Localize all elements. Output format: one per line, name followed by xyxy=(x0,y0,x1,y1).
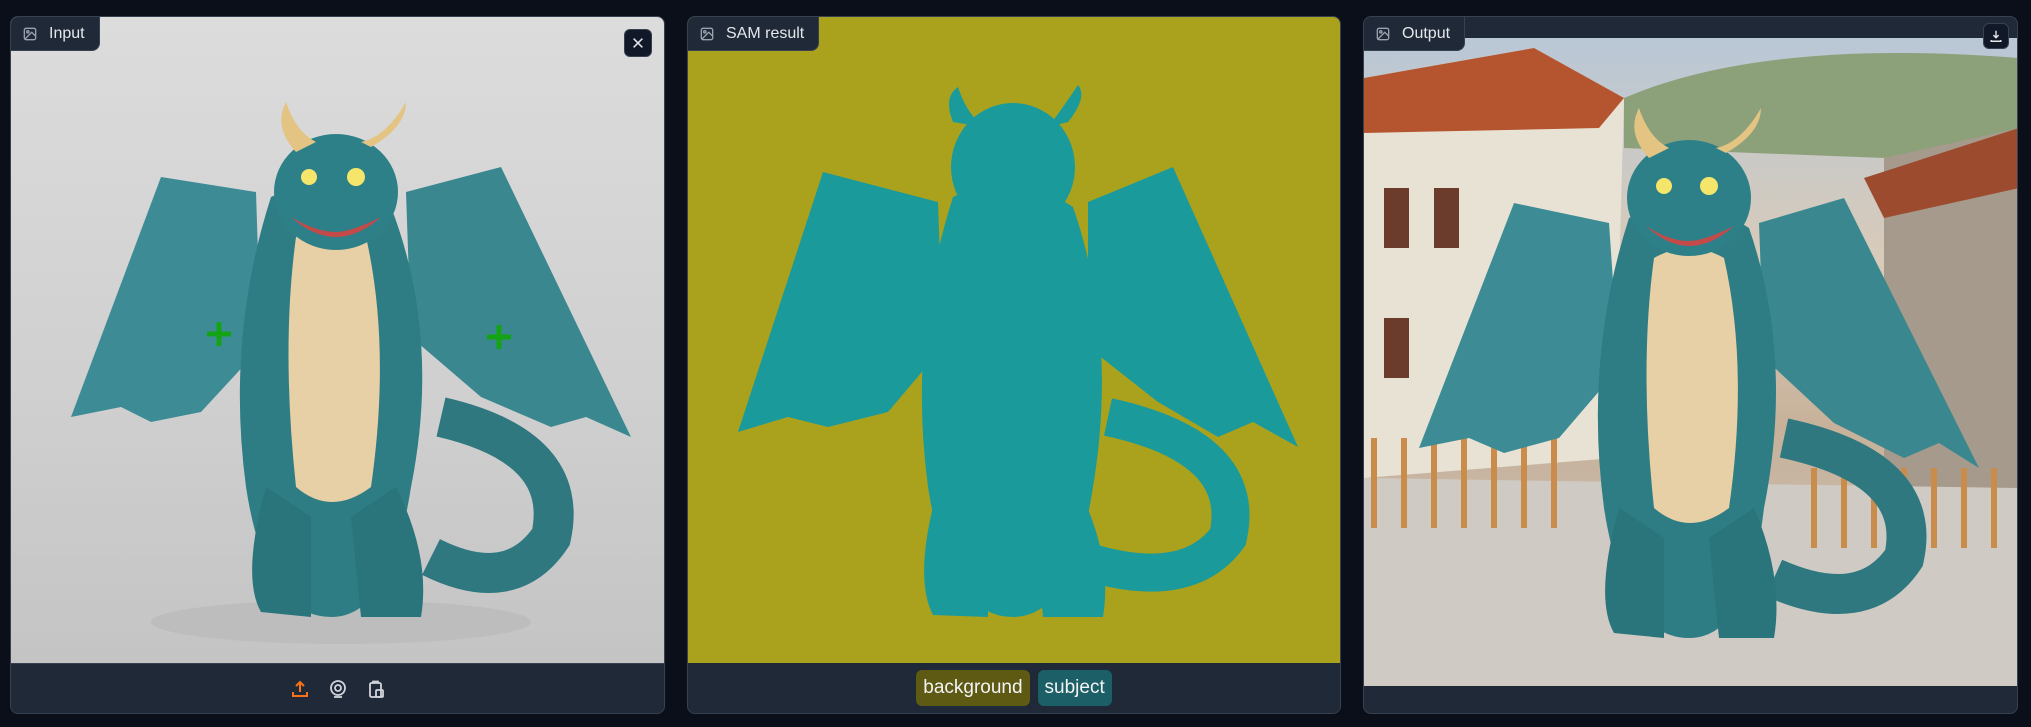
output-label-tag: Output xyxy=(1364,17,1466,51)
input-panel: Input xyxy=(10,16,665,714)
mask-legend: background subject xyxy=(688,663,1340,713)
output-label: Output xyxy=(1402,24,1451,42)
image-icon xyxy=(23,27,37,40)
legend-subject-label: subject xyxy=(1044,677,1105,698)
sam-mask-image xyxy=(688,17,1340,665)
image-icon xyxy=(700,27,714,40)
webcam-button[interactable] xyxy=(326,677,350,701)
webcam-icon xyxy=(329,679,346,698)
close-icon xyxy=(633,38,643,48)
legend-background: background xyxy=(916,670,1030,706)
input-label: Input xyxy=(49,24,85,42)
image-icon xyxy=(1376,27,1390,40)
output-image xyxy=(1364,38,2017,686)
clipboard-icon xyxy=(368,680,384,698)
clear-image-button[interactable] xyxy=(624,29,652,57)
upload-button[interactable] xyxy=(288,677,312,701)
download-button[interactable] xyxy=(1983,23,2009,49)
legend-background-label: background xyxy=(923,677,1023,698)
upload-icon xyxy=(291,680,308,697)
input-source-toolbar xyxy=(11,663,664,713)
sam-label-tag: SAM result xyxy=(688,17,820,51)
input-label-tag: Input xyxy=(11,17,100,51)
clipboard-button[interactable] xyxy=(364,677,388,701)
legend-subject: subject xyxy=(1037,670,1112,706)
sam-label: SAM result xyxy=(726,24,805,42)
segmentation-mask xyxy=(738,85,1298,617)
composited-dragon-scene xyxy=(1364,48,2017,686)
input-image[interactable] xyxy=(11,17,664,665)
dragon-image xyxy=(71,102,631,644)
output-panel: Output xyxy=(1363,16,2018,714)
download-icon xyxy=(1990,30,2002,42)
sam-result-panel: SAM result background subject xyxy=(687,16,1341,714)
